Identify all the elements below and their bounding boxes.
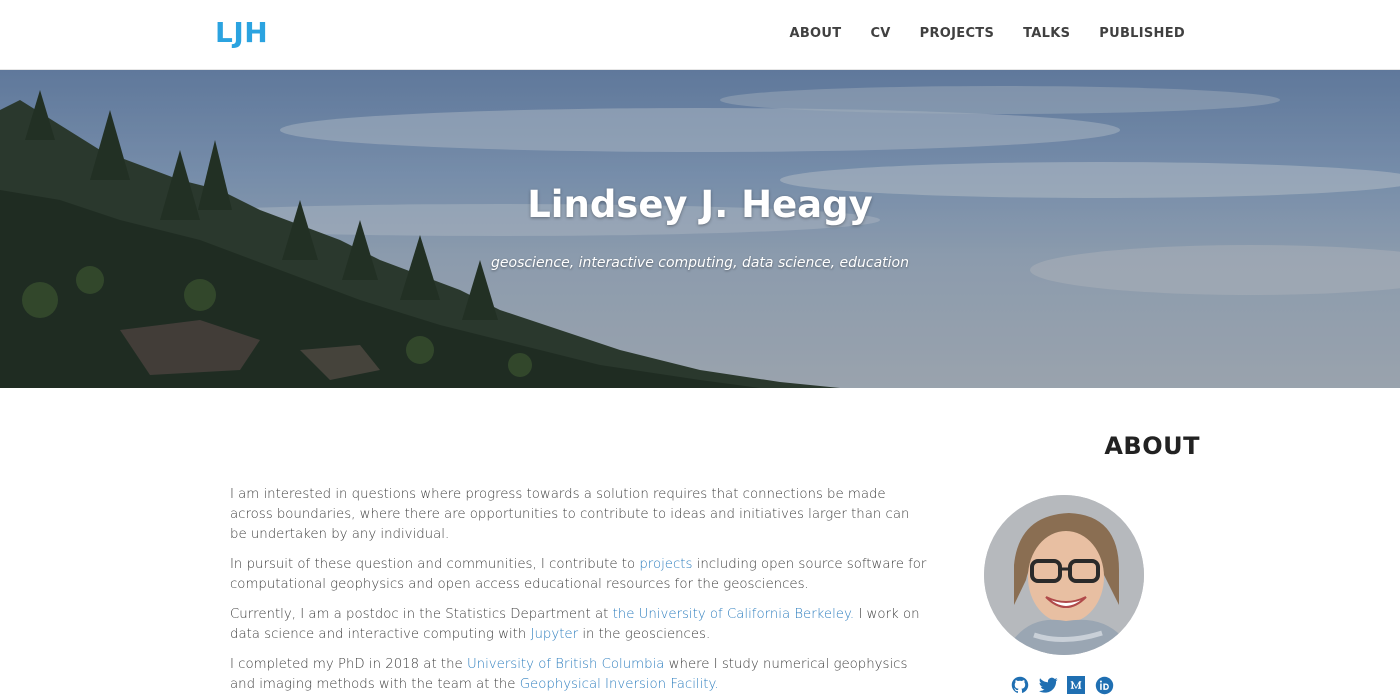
hero-overlay (0, 70, 1400, 388)
nav-item-talks[interactable]: TALKS (1023, 26, 1070, 41)
ubc-link[interactable]: University of British Columbia (467, 657, 664, 672)
avatar (984, 495, 1144, 655)
social-links (1010, 675, 1114, 695)
profile-photo (984, 495, 1144, 655)
nav-item-cv[interactable]: CV (870, 26, 890, 41)
about-text: I am interested in questions where progr… (230, 485, 930, 700)
section-heading-about: ABOUT (1104, 432, 1200, 460)
hero-banner: Lindsey J. Heagy geoscience, interactive… (0, 70, 1400, 388)
about-paragraph-1: I am interested in questions where progr… (230, 485, 930, 545)
brand-logo[interactable]: LJH (215, 16, 268, 49)
nav-item-about[interactable]: ABOUT (789, 26, 841, 41)
projects-link[interactable]: projects (639, 557, 692, 572)
navbar: LJH ABOUT CV PROJECTS TALKS PUBLISHED (0, 0, 1400, 70)
twitter-icon[interactable] (1038, 675, 1058, 695)
nav-item-published[interactable]: PUBLISHED (1099, 26, 1185, 41)
orcid-icon[interactable] (1094, 675, 1114, 695)
about-p1-text: I am interested in questions where progr… (230, 487, 910, 542)
github-icon[interactable] (1010, 675, 1030, 695)
about-p2-text-a: In pursuit of these question and communi… (230, 557, 640, 572)
nav-item-projects[interactable]: PROJECTS (920, 26, 994, 41)
gif-link[interactable]: Geophysical Inversion Facility. (520, 677, 719, 692)
hero-title: Lindsey J. Heagy (527, 183, 873, 226)
uc-berkeley-link[interactable]: the University of California Berkeley. (613, 607, 855, 622)
main-nav: ABOUT CV PROJECTS TALKS PUBLISHED (760, 26, 1185, 41)
jupyter-link[interactable]: Jupyter (531, 627, 579, 642)
about-p4-text-a: I completed my PhD in 2018 at the (230, 657, 467, 672)
hero-subtitle: geoscience, interactive computing, data … (491, 255, 909, 271)
about-section: ABOUT I am interested in questions where… (0, 388, 1400, 700)
about-p3-text-a: Currently, I am a postdoc in the Statist… (230, 607, 613, 622)
medium-icon[interactable] (1066, 675, 1086, 695)
about-paragraph-2: In pursuit of these question and communi… (230, 555, 930, 595)
about-paragraph-4: I completed my PhD in 2018 at the Univer… (230, 655, 930, 695)
about-paragraph-3: Currently, I am a postdoc in the Statist… (230, 605, 930, 645)
about-p3-text-c: in the geosciences. (578, 627, 711, 642)
